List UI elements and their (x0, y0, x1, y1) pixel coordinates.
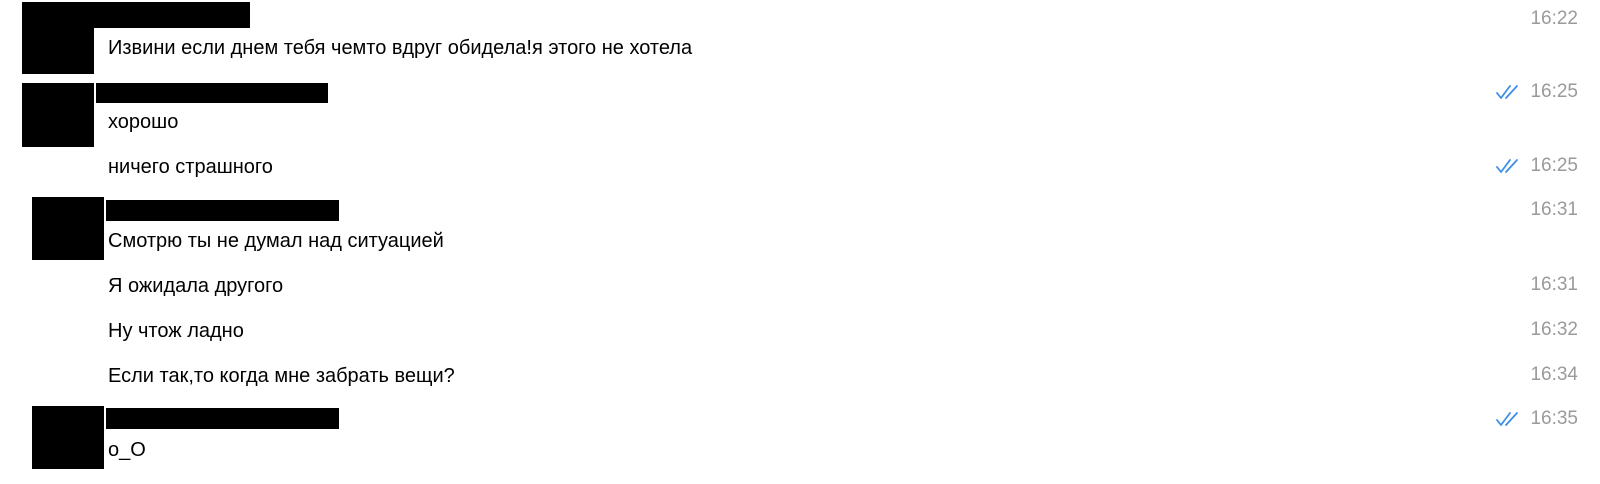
avatar[interactable] (22, 83, 94, 147)
message-meta: 16:22 (1530, 7, 1578, 31)
message-time: 16:22 (1530, 8, 1578, 29)
message-meta: 16:31 (1530, 198, 1578, 222)
message-meta: 16:25 (1496, 154, 1578, 178)
message-text: o_O (108, 439, 146, 461)
message-text: Если так,то когда мне забрать вещи? (108, 365, 455, 387)
message-text: Извини если днем тебя чемто вдруг обидел… (108, 37, 693, 59)
avatar[interactable] (22, 2, 94, 74)
message-time: 16:25 (1530, 81, 1578, 102)
message-meta: 16:31 (1530, 273, 1578, 297)
message-time: 16:35 (1530, 408, 1578, 429)
avatar[interactable] (32, 406, 104, 469)
double-check-icon (1496, 159, 1519, 173)
sender-name[interactable] (96, 83, 328, 103)
message-time: 16:34 (1530, 364, 1578, 385)
message-text: Ну чтож ладно (108, 320, 244, 342)
message-text: хорошо (108, 111, 179, 133)
avatar[interactable] (32, 197, 104, 260)
message-meta: 16:35 (1496, 407, 1578, 431)
message-text: Смотрю ты не думал над ситуацией (108, 230, 444, 252)
chat-history: Извини если днем тебя чемто вдруг обидел… (0, 0, 1600, 484)
message-time: 16:32 (1530, 319, 1578, 340)
sender-name[interactable] (106, 200, 339, 221)
sender-name[interactable] (106, 408, 339, 429)
double-check-icon (1496, 85, 1519, 99)
message-text: ничего страшного (108, 156, 273, 178)
message-text: Я ожидала другого (108, 275, 284, 297)
message-meta: 16:25 (1496, 80, 1578, 104)
message-time: 16:25 (1530, 155, 1578, 176)
sender-name[interactable] (94, 2, 250, 28)
message-time: 16:31 (1530, 199, 1578, 220)
double-check-icon (1496, 412, 1519, 426)
message-time: 16:31 (1530, 274, 1578, 295)
message-meta: 16:32 (1530, 318, 1578, 342)
message-meta: 16:34 (1530, 363, 1578, 387)
